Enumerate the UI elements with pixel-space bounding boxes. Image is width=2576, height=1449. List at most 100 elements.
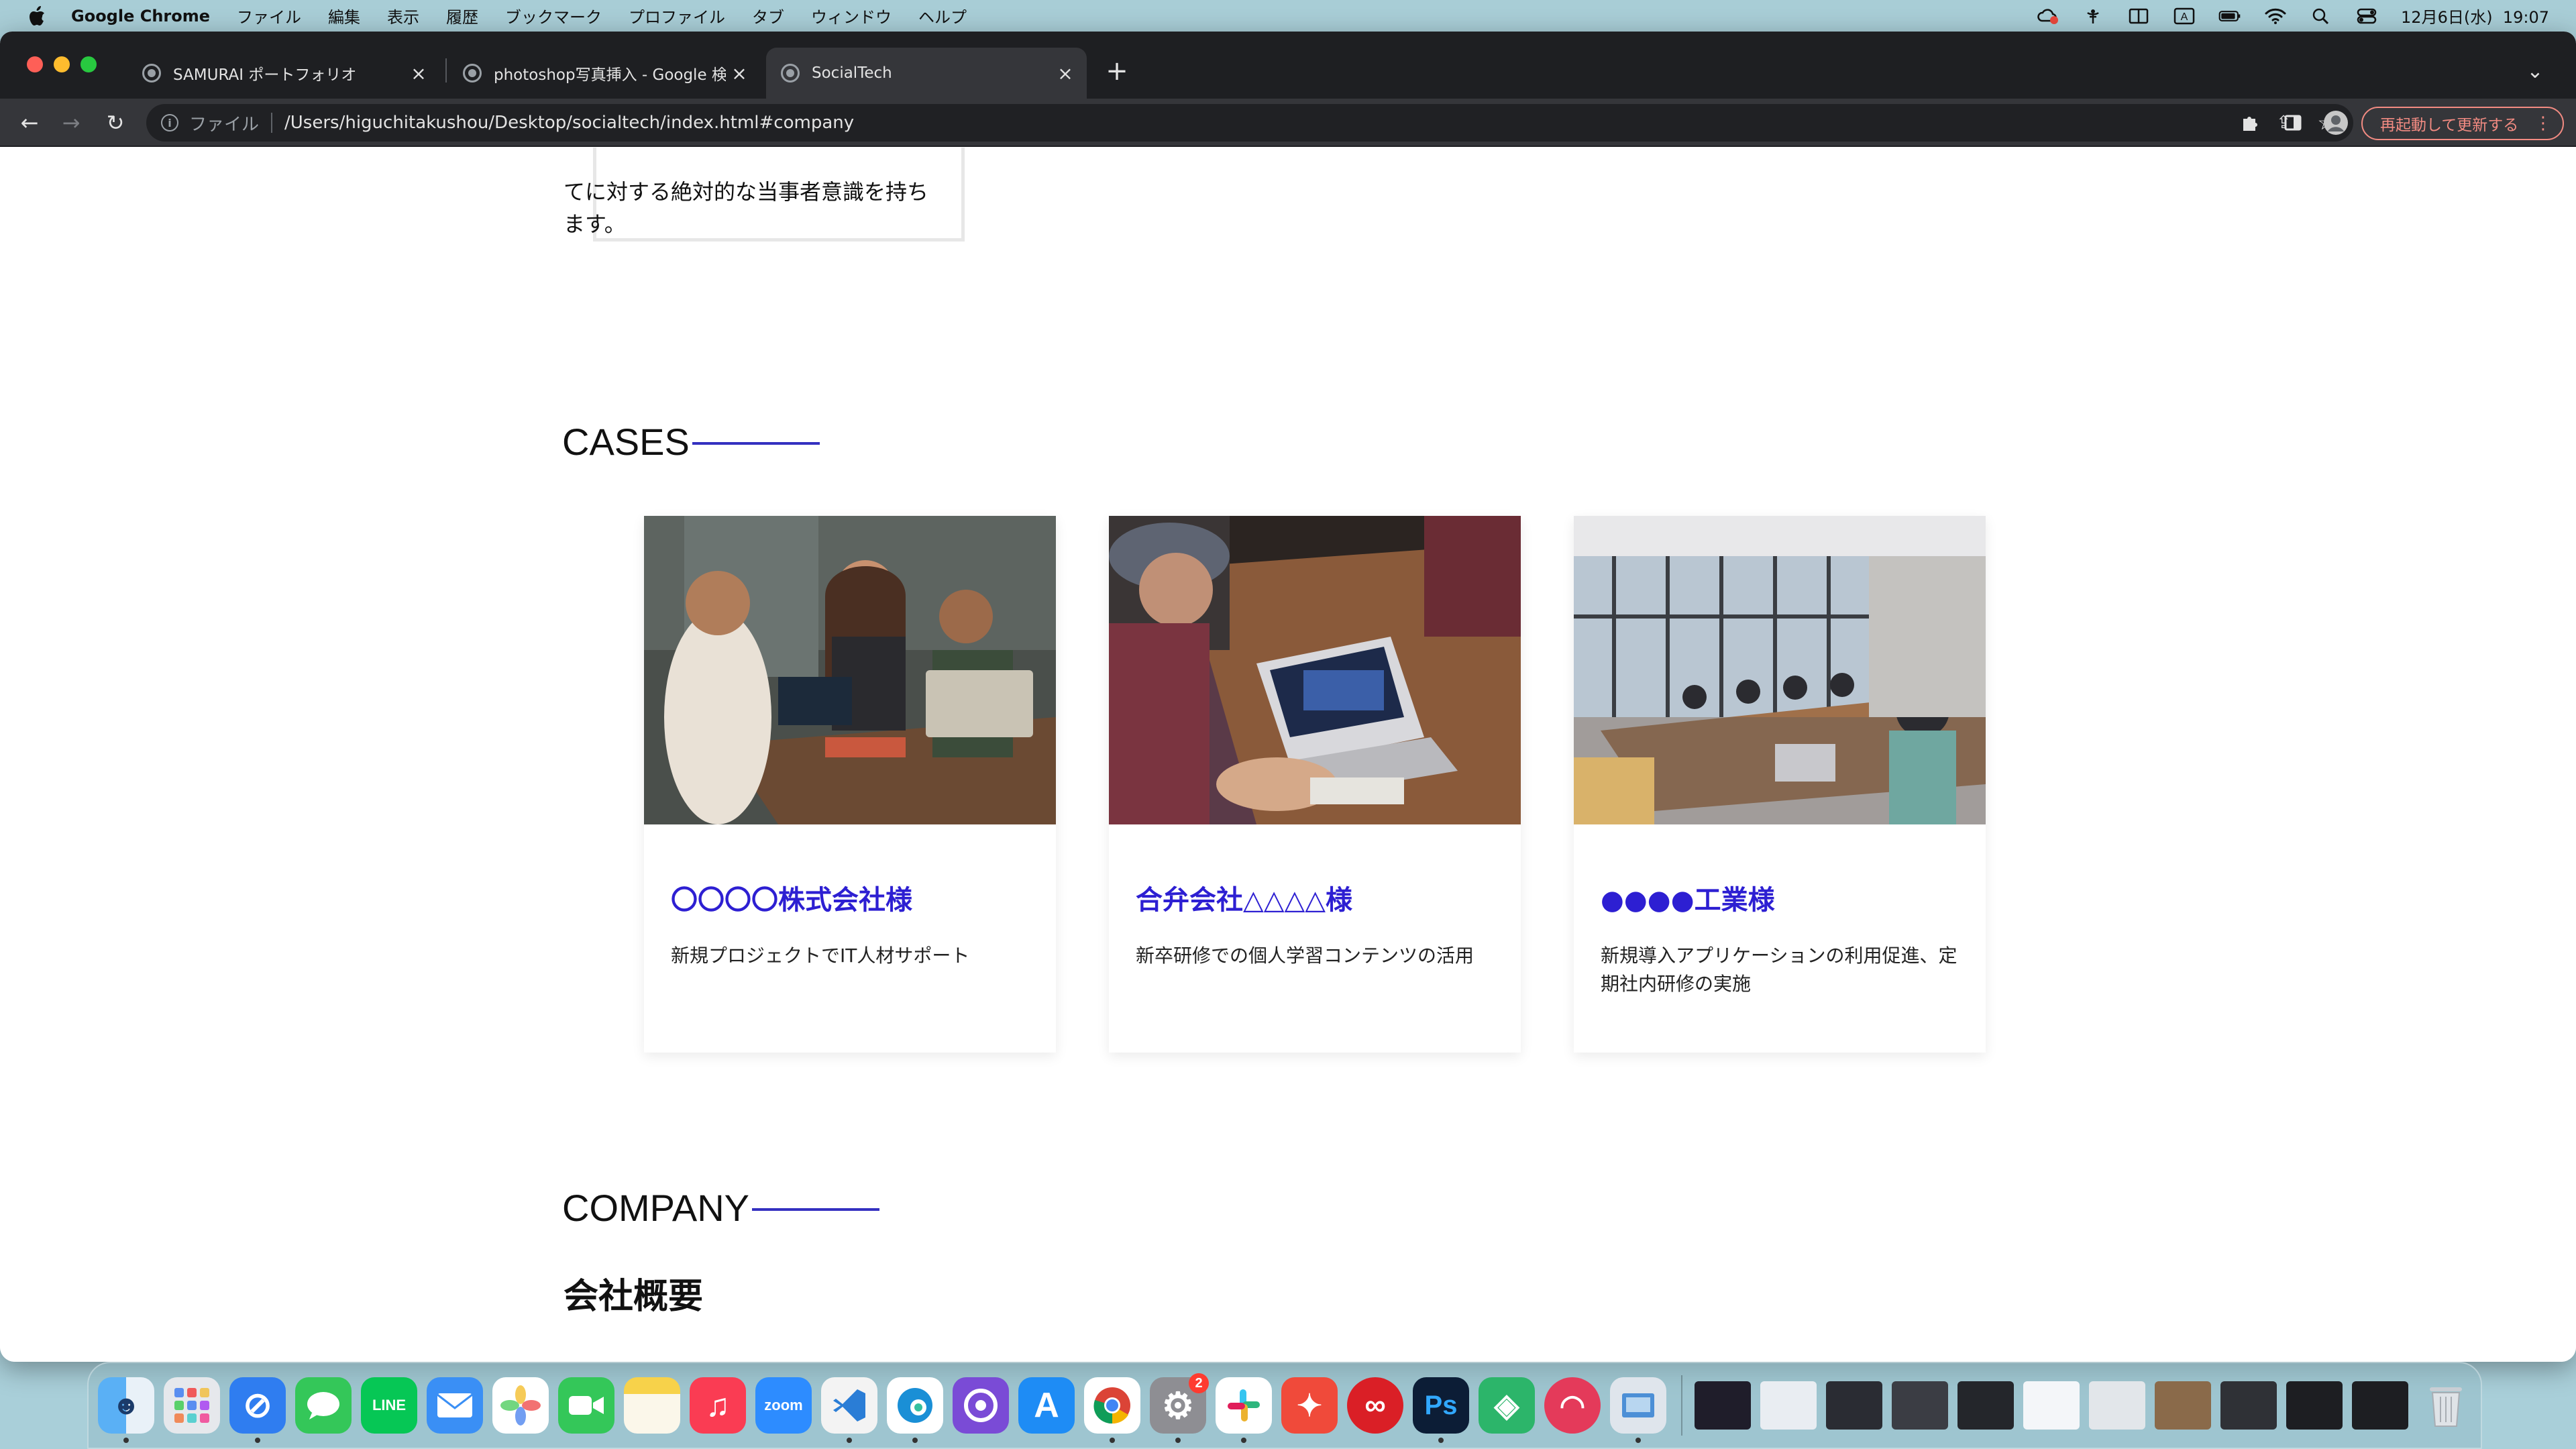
case-title: 〇〇〇〇株式会社様 (671, 885, 912, 916)
company-subtitle: 会社概要 (564, 1277, 704, 1317)
menu-profiles[interactable]: プロファイル (629, 4, 725, 28)
creative-cloud-app-icon[interactable]: ∞ (1347, 1377, 1403, 1434)
case-title: ●●●●工業様 (1601, 885, 1775, 916)
tab-search-chevron-icon[interactable]: ⌄ (2518, 54, 2552, 88)
wifi-icon[interactable] (2264, 7, 2287, 25)
case-card[interactable]: ●●●●工業様 新規導入アプリケーションの利用促進、定期社内研修の実施 (1574, 516, 1986, 1053)
minimized-window-thumbnail[interactable] (2352, 1381, 2408, 1430)
photos-app-icon[interactable] (492, 1377, 549, 1434)
chrome-window: SAMURAI ポートフォリオ × photoshop写真挿入 - Google… (0, 32, 2576, 1362)
new-tab-plus-icon[interactable]: + (1100, 54, 1134, 88)
case-description: 新規導入アプリケーションの利用促進、定期社内研修の実施 (1601, 945, 1957, 995)
scrapbox-app-icon[interactable]: ✦ (1281, 1377, 1338, 1434)
safari-app-icon[interactable]: ⊘ (229, 1377, 286, 1443)
system-settings-app-icon[interactable]: ⚙ 2 (1150, 1373, 1209, 1443)
profile-avatar-icon[interactable] (2320, 107, 2352, 139)
side-panel-icon[interactable] (2277, 107, 2309, 139)
line-app-icon[interactable]: LINE (361, 1377, 417, 1434)
edge-app-icon[interactable] (887, 1377, 943, 1443)
case-description: 新卒研修での個人学習コンテンツの活用 (1136, 945, 1474, 967)
github-desktop-app-icon[interactable] (953, 1377, 1009, 1434)
apple-menu-icon[interactable] (27, 5, 47, 26)
address-bar[interactable]: i ファイル /Users/higuchitakushou/Desktop/so… (146, 104, 2353, 142)
minimized-window-thumbnail[interactable] (1695, 1381, 1751, 1430)
address-url[interactable]: /Users/higuchitakushou/Desktop/socialtec… (284, 113, 2270, 133)
notes-app-icon[interactable] (624, 1377, 680, 1434)
airdrop-people-icon[interactable] (2082, 7, 2104, 25)
active-app-name[interactable]: Google Chrome (71, 7, 210, 25)
close-icon[interactable]: × (405, 60, 432, 87)
tab-samurai-portfolio[interactable]: SAMURAI ポートフォリオ × (127, 48, 440, 99)
company-title: COMPANY (562, 1187, 749, 1229)
minimized-window-thumbnail[interactable] (2089, 1381, 2145, 1430)
minimized-window-thumbnail[interactable] (1957, 1381, 2014, 1430)
globe-icon (781, 64, 800, 83)
chrome-app-icon[interactable] (1084, 1377, 1140, 1443)
site-info-icon[interactable]: i (161, 114, 178, 131)
minimized-window-thumbnail[interactable] (2220, 1381, 2277, 1430)
close-icon[interactable]: × (726, 60, 753, 87)
window-close-button[interactable] (27, 56, 43, 72)
globe-icon (142, 64, 161, 83)
spotlight-search-icon[interactable] (2310, 7, 2332, 25)
music-app-icon[interactable]: ♫ (690, 1377, 746, 1434)
heading-accent-line (752, 1208, 879, 1211)
zoom-app-icon[interactable]: zoom (755, 1377, 812, 1434)
control-center-icon[interactable] (2355, 7, 2378, 25)
menu-window[interactable]: ウィンドウ (811, 4, 892, 28)
window-minimize-button[interactable] (54, 56, 70, 72)
minimized-window-thumbnail[interactable] (1826, 1381, 1882, 1430)
window-zoom-button[interactable] (80, 56, 97, 72)
minimized-window-thumbnail[interactable] (2155, 1381, 2211, 1430)
close-icon[interactable]: × (1052, 60, 1079, 87)
case-card[interactable]: 合弁会社△△△△様 新卒研修での個人学習コンテンツの活用 (1109, 516, 1521, 1053)
creative-cloud-status-icon[interactable] (2036, 7, 2059, 25)
minimized-window-thumbnail[interactable] (2286, 1381, 2343, 1430)
battery-icon[interactable] (2218, 7, 2241, 25)
menu-view[interactable]: 表示 (387, 4, 419, 28)
case-card[interactable]: 〇〇〇〇株式会社様 新規プロジェクトでIT人材サポート (644, 516, 1056, 1053)
macos-menu-bar: Google Chrome ファイル 編集 表示 履歴 ブックマーク プロファイ… (0, 0, 2576, 32)
address-scheme-label: ファイル (189, 114, 260, 135)
heading-accent-line (692, 441, 820, 445)
messages-app-icon[interactable] (295, 1377, 352, 1434)
finder-app-icon[interactable]: ☻ (98, 1377, 154, 1443)
menubar-clock[interactable]: 12月6日(水) 19:07 (2401, 4, 2549, 28)
extensions-puzzle-icon[interactable] (2234, 107, 2266, 139)
kebab-menu-icon[interactable]: ⋮ (2534, 113, 2552, 133)
minimized-window-thumbnail[interactable] (2023, 1381, 2080, 1430)
google-favicon-icon (463, 64, 482, 83)
forward-arrow-icon[interactable]: → (55, 107, 87, 139)
dock-separator (1681, 1375, 1682, 1436)
menu-bookmarks[interactable]: ブックマーク (505, 4, 602, 28)
menu-history[interactable]: 履歴 (446, 4, 478, 28)
affinity-app-icon[interactable]: ◈ (1479, 1377, 1535, 1434)
meeting-photo (644, 516, 1056, 824)
reload-icon[interactable]: ↻ (99, 107, 131, 139)
vscode-app-icon[interactable] (821, 1377, 877, 1443)
input-source-icon[interactable]: A (2173, 7, 2196, 25)
menu-file[interactable]: ファイル (237, 4, 301, 28)
menu-help[interactable]: ヘルプ (918, 4, 967, 28)
tab-socialtech[interactable]: SocialTech × (766, 48, 1087, 99)
tab-strip: SAMURAI ポートフォリオ × photoshop写真挿入 - Google… (0, 32, 2576, 99)
app-store-app-icon[interactable]: A (1018, 1377, 1075, 1434)
trash-icon[interactable] (2418, 1377, 2474, 1434)
relaunch-label: 再起動して更新する (2380, 117, 2519, 134)
facetime-app-icon[interactable] (558, 1377, 614, 1434)
slack-app-icon[interactable] (1216, 1377, 1272, 1443)
relaunch-to-update-button[interactable]: 再起動して更新する ⋮ (2361, 107, 2564, 140)
company-heading: COMPANY (562, 1186, 879, 1230)
launchpad-app-icon[interactable] (164, 1377, 220, 1434)
minimized-window-thumbnail[interactable] (1760, 1381, 1817, 1430)
photoshop-app-icon[interactable]: Ps (1413, 1377, 1469, 1443)
preview-app-icon[interactable] (1610, 1377, 1666, 1443)
back-arrow-icon[interactable]: ← (13, 107, 46, 139)
menu-tab[interactable]: タブ (752, 4, 784, 28)
menu-edit[interactable]: 編集 (328, 4, 360, 28)
lips-app-icon[interactable]: ◠ (1544, 1377, 1601, 1434)
minimized-window-thumbnail[interactable] (1892, 1381, 1948, 1430)
dictionary-icon[interactable] (2127, 7, 2150, 25)
mail-app-icon[interactable] (427, 1377, 483, 1434)
tab-photoshop-search[interactable]: photoshop写真挿入 - Google 検 × (448, 48, 761, 99)
